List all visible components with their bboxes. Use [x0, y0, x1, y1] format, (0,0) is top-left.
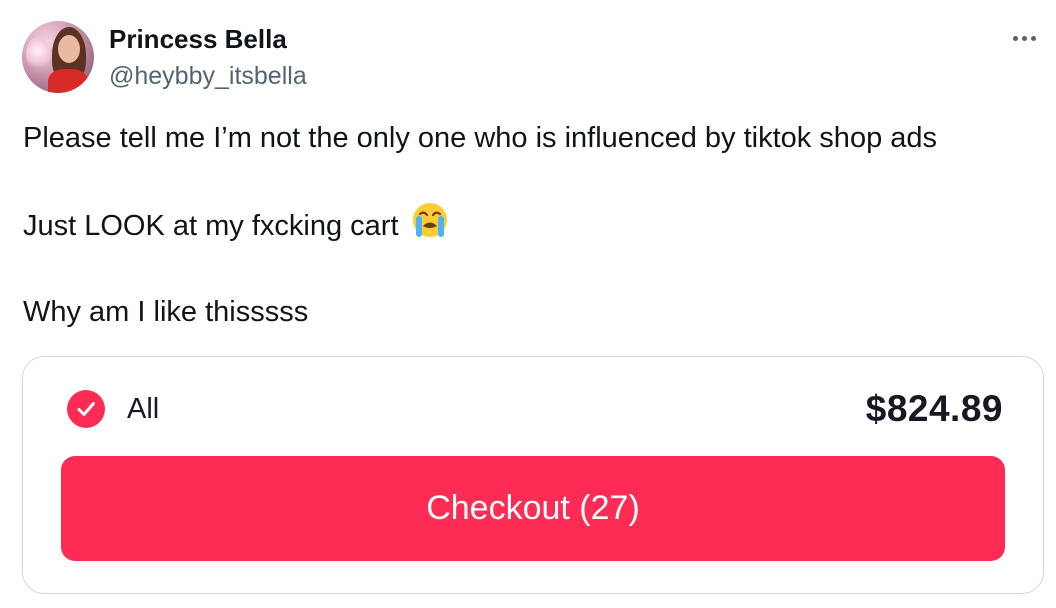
avatar-flowers — [26, 37, 50, 71]
tweet-text-line: Please tell me I’m not the only one who … — [23, 120, 937, 156]
more-dot — [1021, 35, 1027, 41]
tweet-text-line: Why am I like thisssss — [23, 294, 308, 330]
tweet-text: Why am I like thisssss — [23, 296, 309, 328]
select-all-label: All — [127, 393, 160, 425]
select-all-checkbox[interactable] — [67, 390, 105, 428]
avatar[interactable] — [22, 21, 94, 93]
tweet: Princess Bella @heybby_itsbella Please t… — [0, 0, 1056, 608]
cart-total: $824.89 — [865, 388, 1003, 429]
author-handle[interactable]: @heybby_itsbella — [109, 61, 307, 91]
more-dot — [1030, 35, 1036, 41]
avatar-face — [58, 35, 80, 63]
tweet-text: Please tell me I’m not the only one who … — [23, 122, 938, 154]
tweet-text: Just LOOK at my fxcking cart — [23, 210, 399, 243]
avatar-dress — [48, 69, 88, 93]
tweet-text-line: Just LOOK at my fxcking cart — [23, 203, 449, 248]
attached-image[interactable]: All $824.89 Checkout (27) — [22, 356, 1044, 594]
checkout-button[interactable]: Checkout (27) — [61, 456, 1005, 561]
checkmark-icon — [77, 402, 95, 416]
author-display-name[interactable]: Princess Bella — [109, 24, 287, 54]
more-dot — [1012, 35, 1018, 41]
more-options-button[interactable] — [1006, 24, 1042, 52]
loudly-crying-face-icon — [411, 201, 449, 248]
